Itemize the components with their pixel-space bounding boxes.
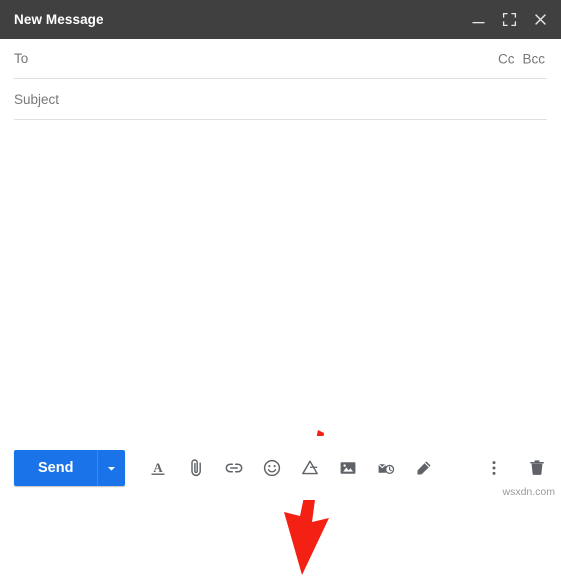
- send-button-group: Send: [14, 450, 126, 486]
- subject-field-row[interactable]: Subject: [14, 79, 547, 120]
- insert-link-icon[interactable]: [223, 458, 244, 479]
- discard-draft-icon[interactable]: [526, 458, 547, 479]
- svg-text:A: A: [153, 460, 163, 475]
- cc-button[interactable]: Cc: [498, 51, 515, 66]
- more-options-icon[interactable]: [483, 458, 504, 479]
- to-label: To: [14, 51, 29, 66]
- formatting-tool-icons: A: [147, 458, 434, 479]
- to-field-row[interactable]: To Cc Bcc: [14, 39, 547, 79]
- window-controls: [470, 11, 549, 28]
- subject-label: Subject: [14, 91, 60, 107]
- insert-photo-icon[interactable]: [337, 458, 358, 479]
- window-title: New Message: [14, 12, 104, 27]
- watermark: wsxdn.com: [502, 486, 555, 498]
- confidential-mode-icon[interactable]: [375, 458, 396, 479]
- bcc-button[interactable]: Bcc: [522, 51, 545, 66]
- insert-drive-icon[interactable]: [299, 458, 320, 479]
- formatting-options-icon[interactable]: A: [147, 458, 168, 479]
- send-button[interactable]: Send: [14, 450, 98, 486]
- message-body[interactable]: [14, 120, 547, 575]
- compose-window: New Message To Cc Bcc Subject Send A wsx…: [0, 0, 561, 575]
- titlebar: New Message: [0, 0, 561, 39]
- cc-bcc-group: Cc Bcc: [498, 51, 545, 66]
- minimize-icon[interactable]: [470, 11, 487, 28]
- fullscreen-icon[interactable]: [501, 11, 518, 28]
- attach-file-icon[interactable]: [185, 458, 206, 479]
- toolbar-right-icons: [483, 458, 547, 479]
- compose-toolbar: Send A: [0, 436, 561, 500]
- insert-emoji-icon[interactable]: [261, 458, 282, 479]
- close-icon[interactable]: [532, 11, 549, 28]
- send-options-dropdown-icon[interactable]: [97, 450, 126, 486]
- insert-signature-icon[interactable]: [413, 458, 434, 479]
